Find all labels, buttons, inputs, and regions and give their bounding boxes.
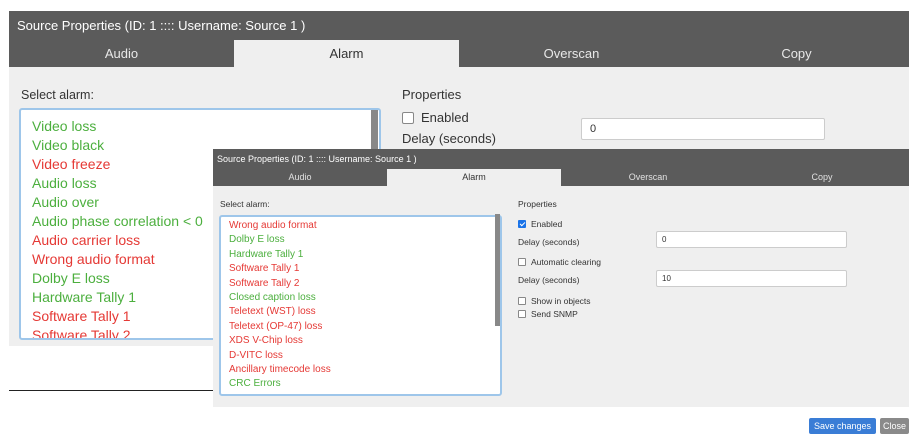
- tab-audio[interactable]: Audio: [9, 40, 234, 67]
- alarm-list-item[interactable]: Video loss: [21, 117, 379, 136]
- alarm-list: Wrong audio format Dolby E loss Hardware T…: [221, 217, 500, 392]
- tab-overscan[interactable]: Overscan: [561, 169, 735, 186]
- delay-2-label: Delay (seconds): [518, 275, 579, 285]
- alarm-listbox[interactable]: Wrong audio format Dolby E loss Hardware T…: [219, 215, 502, 396]
- divider-line: [9, 390, 215, 391]
- delay-2-label-text: Delay (seconds): [518, 275, 580, 285]
- show-in-objects-checkbox[interactable]: [518, 297, 526, 305]
- alarm-list-item[interactable]: CRC Errors: [221, 377, 500, 391]
- enabled-label: Enabled: [421, 110, 469, 125]
- alarm-list-item[interactable]: Software Tally 1: [221, 262, 500, 276]
- dialog-title: Source Properties (ID: 1 :::: Username: …: [213, 149, 909, 169]
- enabled-row[interactable]: Enabled: [518, 219, 562, 229]
- delay-label: Delay (seconds): [518, 237, 579, 247]
- delay-input[interactable]: 0: [656, 231, 847, 248]
- automatic-clearing-checkbox[interactable]: [518, 258, 526, 266]
- select-alarm-label: Select alarm:: [21, 88, 94, 102]
- save-changes-button[interactable]: Save changes: [809, 418, 876, 434]
- enabled-checkbox[interactable]: [402, 111, 414, 124]
- alarm-list-item[interactable]: Hardware Tally 1: [221, 248, 500, 262]
- tab-copy[interactable]: Copy: [684, 40, 909, 67]
- automatic-clearing-row[interactable]: Automatic clearing: [518, 257, 601, 267]
- listbox-scrollbar[interactable]: [495, 214, 500, 326]
- tab-bar: Audio Alarm Overscan Copy: [9, 40, 909, 67]
- tab-audio[interactable]: Audio: [213, 169, 387, 186]
- source-properties-dialog-front: Source Properties (ID: 1 :::: Username: …: [213, 149, 909, 407]
- alarm-list-item[interactable]: Wrong audio format: [221, 219, 500, 233]
- properties-heading: Properties: [402, 87, 462, 102]
- delay-2-input[interactable]: 10: [656, 270, 847, 287]
- enabled-label: Enabled: [531, 219, 563, 229]
- tab-alarm[interactable]: Alarm: [234, 40, 459, 67]
- close-button[interactable]: Close: [880, 418, 909, 434]
- alarm-list-item[interactable]: Closed caption loss: [221, 291, 500, 305]
- alarm-list-item[interactable]: Teletext (OP-47) loss: [221, 320, 500, 334]
- dialog-title: Source Properties (ID: 1 :::: Username: …: [9, 11, 909, 40]
- send-snmp-label: Send SNMP: [531, 309, 578, 319]
- tab-copy[interactable]: Copy: [735, 169, 909, 186]
- alarm-list-item[interactable]: Dolby E loss: [221, 233, 500, 247]
- properties-heading: Properties: [518, 199, 557, 209]
- enabled-checkbox[interactable]: [518, 220, 526, 228]
- screen: Source Properties (ID: 1 :::: Username: …: [0, 0, 909, 434]
- delay-label: Delay (seconds): [402, 131, 496, 146]
- alarm-list-item[interactable]: D-VITC loss: [221, 349, 500, 363]
- automatic-clearing-label: Automatic clearing: [531, 257, 601, 267]
- send-snmp-checkbox[interactable]: [518, 310, 526, 318]
- select-alarm-label: Select alarm:: [220, 199, 270, 209]
- enabled-row[interactable]: Enabled: [402, 110, 469, 125]
- tab-bar: Audio Alarm Overscan Copy: [213, 169, 909, 186]
- show-in-objects-row[interactable]: Show in objects: [518, 296, 591, 306]
- delay-label-text: Delay (seconds): [518, 237, 580, 247]
- alarm-list-item[interactable]: XDS V-Chip loss: [221, 334, 500, 348]
- send-snmp-row[interactable]: Send SNMP: [518, 309, 578, 319]
- alarm-list-item[interactable]: Teletext (WST) loss: [221, 305, 500, 319]
- alarm-list-item[interactable]: Software Tally 2: [221, 277, 500, 291]
- delay-input[interactable]: 0: [581, 118, 825, 140]
- tab-alarm[interactable]: Alarm: [387, 169, 561, 186]
- alarm-list-item[interactable]: Ancillary timecode loss: [221, 363, 500, 377]
- show-in-objects-label: Show in objects: [531, 296, 591, 306]
- listbox-scrollbar[interactable]: [371, 110, 378, 150]
- tab-overscan[interactable]: Overscan: [459, 40, 684, 67]
